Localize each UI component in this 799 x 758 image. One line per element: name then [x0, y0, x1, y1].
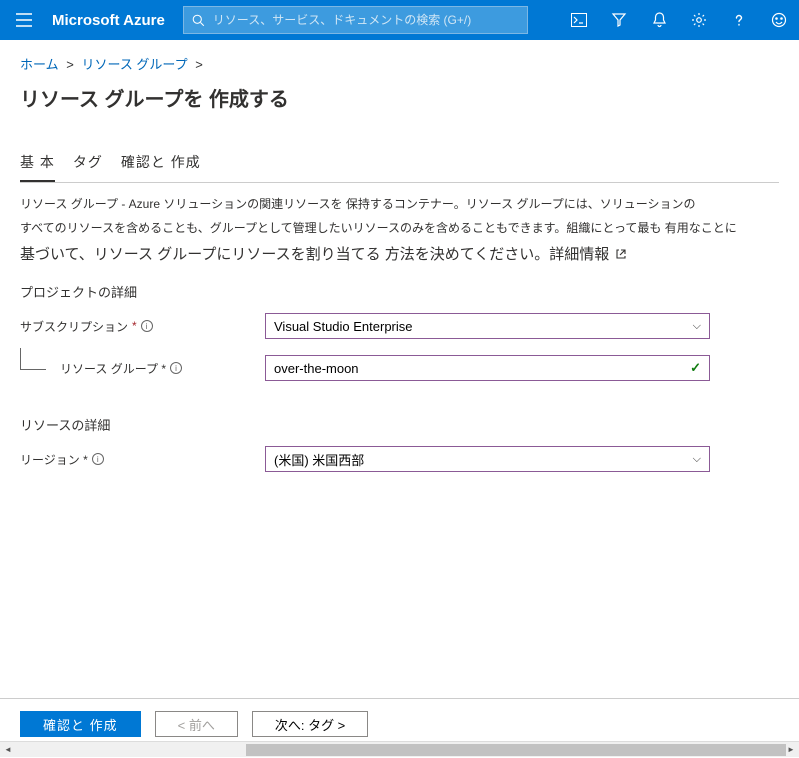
horizontal-scrollbar[interactable]: ◄ ►	[0, 741, 799, 757]
tab-basics[interactable]: 基 本	[20, 152, 55, 182]
directory-filter-icon[interactable]	[599, 0, 639, 40]
subscription-select[interactable]: Visual Studio Enterprise ⌵	[265, 313, 710, 339]
review-create-button[interactable]: 確認と 作成	[20, 711, 141, 737]
region-select[interactable]: (米国) 米国西部 ⌵	[265, 446, 710, 472]
settings-icon[interactable]	[679, 0, 719, 40]
breadcrumb-home[interactable]: ホーム	[20, 57, 59, 72]
region-label: リージョン * i	[20, 451, 265, 468]
notifications-icon[interactable]	[639, 0, 679, 40]
previous-button: < 前へ	[155, 711, 238, 737]
description-line2: すべてのリソースを含めることも、グループとして管理したいリソースのみを含めること…	[0, 219, 799, 243]
resource-group-label: リソース グループ * i	[60, 360, 265, 377]
page-title: リソース グループを 作成する	[0, 79, 799, 136]
feedback-icon[interactable]	[759, 0, 799, 40]
brand-label: Microsoft Azure	[48, 12, 183, 29]
breadcrumb: ホーム > リソース グループ >	[0, 40, 799, 79]
search-input[interactable]	[213, 13, 519, 27]
external-link-icon[interactable]	[615, 248, 627, 260]
info-icon[interactable]: i	[141, 320, 153, 332]
tab-review-create[interactable]: 確認と 作成	[121, 152, 201, 182]
subscription-label: サブスクリプション* i	[20, 318, 265, 335]
breadcrumb-resource-groups[interactable]: リソース グループ	[81, 57, 187, 72]
menu-button[interactable]	[0, 0, 48, 40]
section-resource-details: リソースの詳細	[0, 415, 799, 442]
info-icon[interactable]: i	[170, 362, 182, 374]
help-icon[interactable]	[719, 0, 759, 40]
global-search[interactable]	[183, 6, 528, 34]
scroll-left-arrow[interactable]: ◄	[0, 742, 16, 758]
info-icon[interactable]: i	[92, 453, 104, 465]
search-icon	[192, 14, 205, 27]
resource-group-input[interactable]: over-the-moon ✓	[265, 355, 710, 381]
next-tags-button[interactable]: 次へ: タグ >	[252, 711, 368, 737]
checkmark-icon: ✓	[690, 360, 701, 376]
section-project-details: プロジェクトの詳細	[0, 282, 799, 309]
tab-tags[interactable]: タグ	[73, 152, 103, 182]
description-line3: 基づいて、リソース グループにリソースを割り当てる 方法を決めてください。詳細情…	[20, 243, 609, 264]
cloud-shell-icon[interactable]	[559, 0, 599, 40]
scroll-thumb[interactable]	[246, 744, 786, 756]
description-line1: リソース グループ - Azure ソリューションの関連リソースを 保持するコン…	[0, 195, 799, 219]
chevron-down-icon: ⌵	[693, 320, 701, 333]
chevron-down-icon: ⌵	[693, 453, 701, 466]
